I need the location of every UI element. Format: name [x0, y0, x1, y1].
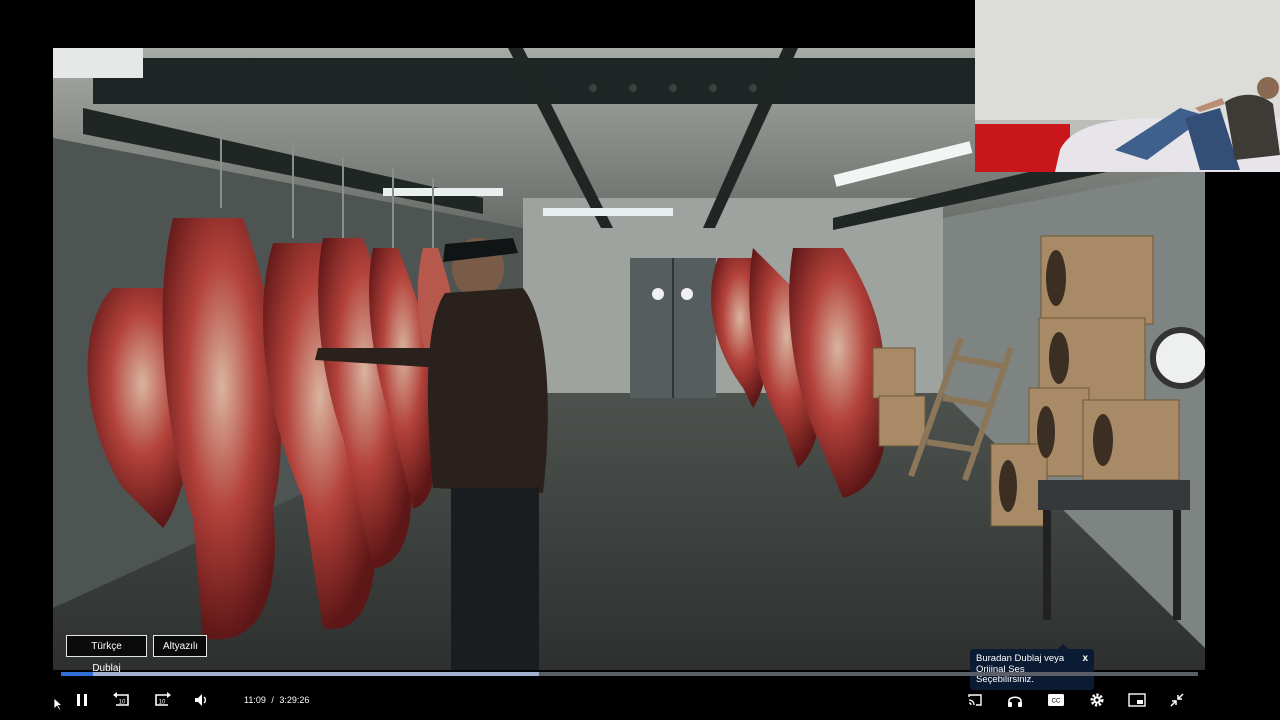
time-display: 11:09 / 3:29:26 [244, 694, 309, 706]
exit-fullscreen-icon [1170, 693, 1184, 707]
pause-icon [77, 694, 87, 706]
volume-button[interactable] [192, 690, 212, 710]
control-bar: 10 10 11:09 / 3:29:26 CC [0, 680, 1280, 720]
rewind-10-label: 10 [119, 700, 126, 706]
exit-fullscreen-button[interactable] [1167, 690, 1187, 710]
time-separator: / [271, 695, 274, 705]
progress-bar[interactable] [61, 672, 1198, 676]
progress-played [61, 672, 539, 676]
turkish-dub-button[interactable]: Türkçe Dublaj [66, 635, 147, 674]
captions-label: CC [1052, 699, 1061, 705]
progress-accent [61, 672, 93, 676]
headphones-icon [1008, 695, 1022, 707]
pause-button[interactable] [72, 690, 92, 710]
mouse-cursor-icon [53, 697, 63, 711]
cast-icon [968, 694, 982, 706]
tooltip-arrow [1058, 644, 1068, 649]
picture-in-picture-button[interactable] [1127, 690, 1147, 710]
forward-10-label: 10 [159, 700, 166, 706]
captions-button[interactable]: CC [1046, 690, 1066, 710]
audio-tracks-button[interactable] [1005, 690, 1025, 710]
subtitles-button[interactable]: Altyazılı [153, 635, 207, 657]
picture-in-picture-icon [1128, 693, 1146, 707]
captions-icon: CC [1048, 694, 1064, 706]
webcam-overlay [975, 0, 1280, 172]
forward-10-button[interactable]: 10 [152, 690, 172, 710]
rewind-10-button[interactable]: 10 [112, 690, 132, 710]
settings-gear-icon [1090, 693, 1104, 707]
forward-10-icon: 10 [155, 692, 171, 706]
current-time: 11:09 [244, 695, 266, 705]
webcam-feed [975, 0, 1280, 172]
cast-button[interactable] [965, 690, 985, 710]
duration: 3:29:26 [279, 695, 310, 705]
settings-button[interactable] [1087, 690, 1107, 710]
tooltip-close-button[interactable]: x [1082, 654, 1088, 664]
volume-icon [195, 694, 207, 706]
rewind-10-icon: 10 [113, 692, 129, 706]
